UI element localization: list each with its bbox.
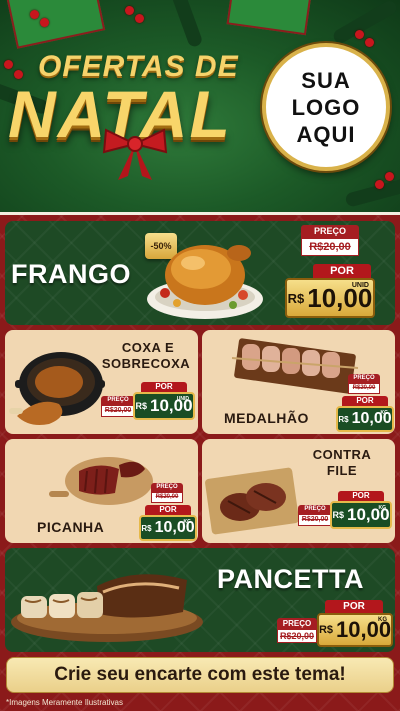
old-price: R$20,00 xyxy=(151,492,183,503)
logo-placeholder: SUA LOGO AQUI xyxy=(262,43,390,171)
preco-label: PREÇO xyxy=(348,374,380,383)
logo-text-line: LOGO xyxy=(291,94,361,120)
old-price: R$20,00 xyxy=(298,514,332,526)
pine-branch-decoration xyxy=(166,0,204,49)
disclaimer-text: *Imagens Meramente Ilustrativas xyxy=(6,698,123,707)
currency: R$ xyxy=(318,624,333,636)
new-price: R$ 10,00 UNID xyxy=(133,392,195,420)
por-label: POR xyxy=(141,382,187,392)
old-price: R$20,00 xyxy=(101,405,135,417)
product-name: FRANGO xyxy=(11,259,131,289)
ofertas-de-natal-title: OFERTAS DE NATAL xyxy=(8,50,263,180)
preco-label: PREÇO xyxy=(277,618,317,629)
cta-text: Crie seu encarte com este tema! xyxy=(54,664,346,685)
gift-box-decoration xyxy=(226,0,314,36)
product-card-coxa-sobrecoxa: COXA E SOBRECOXA PREÇO R$20,00 POR R$ 10… xyxy=(5,330,198,434)
product-name: PANCETTA xyxy=(217,564,364,594)
price-unit: KG xyxy=(380,410,389,416)
product-card-pancetta: PANCETTA PREÇO R$20,00 POR R$ 10,00 KG xyxy=(5,548,395,652)
new-price: R$ 10,00 KG xyxy=(336,406,394,432)
picanha-board-image xyxy=(49,457,153,505)
currency: R$ xyxy=(141,523,152,533)
product-card-frango: FRANGO -50% PREÇO R$20,00 POR R$ 10,00 U… xyxy=(5,221,395,325)
preco-label: PREÇO xyxy=(101,396,135,405)
pine-branch-decoration xyxy=(344,176,400,208)
chicken-thigh-pan-image xyxy=(9,352,105,425)
berry-decoration xyxy=(375,180,384,189)
berry-decoration xyxy=(385,172,394,181)
new-price: R$ 10,00 UNID xyxy=(285,278,375,318)
cta-banner[interactable]: Crie seu encarte com este tema! xyxy=(6,657,394,693)
preco-label: PREÇO xyxy=(151,483,183,492)
product-card-picanha: PICANHA PREÇO R$20,00 POR R$ 10,00 KG xyxy=(5,439,198,543)
currency: R$ xyxy=(338,414,349,424)
logo-text-line: AQUI xyxy=(296,121,356,147)
por-label: POR xyxy=(325,600,383,613)
gift-box-decoration xyxy=(4,0,106,49)
price-unit: UNID xyxy=(176,396,189,402)
old-price: R$20,00 xyxy=(348,383,380,394)
bacon-skewers-image xyxy=(232,338,359,394)
price-unit: KG xyxy=(183,519,192,525)
old-price: R$20,00 xyxy=(277,629,317,643)
por-label: POR xyxy=(313,264,371,278)
berry-decoration xyxy=(365,38,374,47)
product-name: MEDALHÃO xyxy=(224,410,309,426)
product-name: PICANHA xyxy=(37,519,105,535)
currency: R$ xyxy=(332,510,344,520)
product-name-line1: CONTRA xyxy=(312,447,372,462)
pancetta-roast-image xyxy=(11,574,203,642)
berry-decoration xyxy=(355,30,364,39)
product-card-medalhao: MEDALHÃO PREÇO R$20,00 POR R$ 10,00 KG xyxy=(202,330,395,434)
product-name-line1: COXA E xyxy=(121,340,175,355)
price-unit: KG xyxy=(378,617,387,623)
berry-decoration xyxy=(135,14,144,23)
new-price: R$ 10,00 KG xyxy=(317,613,393,647)
price-unit: UNID xyxy=(351,282,369,289)
berry-decoration xyxy=(30,10,39,19)
logo-text-line: SUA xyxy=(301,67,351,93)
por-label: POR xyxy=(342,396,388,406)
currency: R$ xyxy=(287,290,305,306)
product-name-line2: SOBRECOXA xyxy=(101,356,191,371)
product-name-line2: FILE xyxy=(326,463,358,478)
por-label: POR xyxy=(145,505,191,515)
berry-decoration xyxy=(125,6,134,15)
old-price: R$20,00 xyxy=(301,238,359,256)
flyer-page: OFERTAS DE NATAL SUA LOGO AQUI FRANGO -5… xyxy=(0,0,400,711)
steak-tray-image xyxy=(205,467,299,535)
currency: R$ xyxy=(135,401,147,411)
product-card-contra-file: CONTRA FILE PREÇO R$20,00 POR R$ 10,00 K… xyxy=(202,439,395,543)
preco-label: PREÇO xyxy=(301,225,359,238)
new-price: R$ 10,00 KG xyxy=(139,515,197,541)
red-bow-icon xyxy=(102,128,168,180)
preco-label: PREÇO xyxy=(298,505,332,514)
header-banner: OFERTAS DE NATAL SUA LOGO AQUI xyxy=(0,0,400,215)
berry-decoration xyxy=(40,18,49,27)
new-price: R$ 10,00 KG xyxy=(330,501,392,529)
por-label: POR xyxy=(338,491,384,501)
roast-chicken-image xyxy=(147,245,263,319)
price-unit: KG xyxy=(378,505,387,511)
